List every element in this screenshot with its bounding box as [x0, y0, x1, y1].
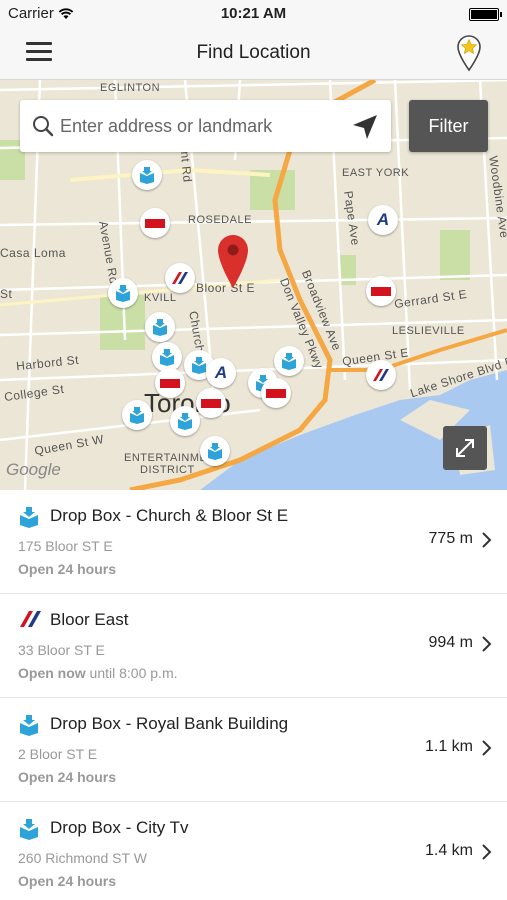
search-bar — [20, 100, 391, 152]
drop-box-marker[interactable] — [200, 436, 230, 466]
map-label-district: DISTRICT — [140, 464, 195, 476]
map-label-rosedale: ROSEDALE — [188, 214, 252, 226]
page-title: Find Location — [196, 42, 311, 63]
map-label-leslieville: LESLIEVILLE — [392, 325, 465, 337]
location-list-item[interactable]: Drop Box - City Tv 260 Richmond ST W Ope… — [0, 802, 507, 900]
esso-a-marker[interactable]: A — [206, 358, 236, 388]
location-address: 33 Bloor ST E — [18, 642, 105, 658]
drop-box-marker[interactable] — [145, 312, 175, 342]
location-distance: 1.4 km — [424, 842, 473, 859]
filter-button[interactable]: Filter — [409, 100, 488, 152]
search-input[interactable] — [60, 110, 340, 142]
location-hours: Open 24 hours — [18, 873, 117, 889]
status-time: 10:21 AM — [220, 5, 287, 22]
map-label-eglinton: EGLINTON — [100, 82, 161, 94]
staples-marker[interactable] — [140, 208, 170, 238]
location-hours: Open 24 hours — [18, 769, 117, 785]
drop-box-marker[interactable] — [170, 406, 200, 436]
location-list-item[interactable]: Drop Box - Royal Bank Building 2 Bloor S… — [0, 698, 507, 802]
map-label-east-york: EAST YORK — [342, 167, 410, 179]
location-address: 260 Richmond ST W — [18, 850, 147, 866]
staples-marker[interactable] — [261, 378, 291, 408]
map-label-casa-loma: Casa Loma — [0, 246, 66, 260]
location-hours: Open 24 hours — [18, 561, 117, 577]
location-address: 175 Bloor ST E — [18, 538, 113, 554]
map-label-st: St — [0, 287, 13, 301]
chevron-right-icon — [482, 532, 492, 548]
canada-post-icon — [20, 611, 41, 627]
chevron-right-icon — [482, 740, 492, 756]
status-bar: Carrier 10:21 AM — [0, 0, 507, 28]
location-distance: 994 m — [428, 634, 473, 651]
chevron-right-icon — [482, 636, 492, 652]
current-location-icon[interactable] — [351, 113, 379, 141]
esso-a-marker[interactable]: A — [368, 205, 398, 235]
canada-post-marker[interactable] — [165, 263, 195, 293]
navigation-bar: Find Location — [0, 28, 507, 80]
battery-icon — [469, 8, 502, 21]
location-address: 2 Bloor ST E — [18, 746, 98, 762]
canada-post-marker[interactable] — [366, 360, 396, 390]
location-name: Drop Box - Church & Bloor St E — [50, 506, 289, 525]
location-list-item[interactable]: Bloor East 33 Bloor ST E Open now until … — [0, 594, 507, 698]
google-logo: Google — [6, 460, 61, 479]
location-name: Drop Box - City Tv — [50, 818, 189, 837]
drop-box-marker[interactable] — [122, 400, 152, 430]
search-icon — [33, 116, 54, 137]
star-location-pin-icon[interactable] — [455, 34, 483, 72]
location-name: Bloor East — [50, 610, 129, 629]
location-list: Drop Box - Church & Bloor St E 175 Bloor… — [0, 490, 507, 900]
location-hours: Open now until 8:00 p.m. — [18, 665, 178, 681]
drop-box-icon — [20, 715, 38, 736]
staples-marker[interactable] — [196, 388, 226, 418]
map-label-kvill: KVILL — [144, 292, 177, 304]
drop-box-icon — [20, 507, 38, 528]
location-list-item[interactable]: Drop Box - Church & Bloor St E 175 Bloor… — [0, 490, 507, 594]
location-distance: 1.1 km — [424, 738, 473, 755]
location-name: Drop Box - Royal Bank Building — [50, 714, 289, 733]
chevron-right-icon — [482, 844, 492, 860]
location-distance: 775 m — [428, 530, 473, 547]
staples-marker[interactable] — [155, 368, 185, 398]
drop-box-marker[interactable] — [132, 160, 162, 190]
selected-location-pin-icon[interactable] — [216, 233, 250, 294]
map-view[interactable]: EGLINTON EAST YORK ROSEDALE Casa Loma Bl… — [0, 80, 507, 490]
staples-marker[interactable] — [366, 276, 396, 306]
drop-box-marker[interactable] — [108, 278, 138, 308]
expand-map-icon[interactable] — [443, 426, 487, 470]
drop-box-marker[interactable] — [274, 346, 304, 376]
drop-box-icon — [20, 819, 38, 840]
